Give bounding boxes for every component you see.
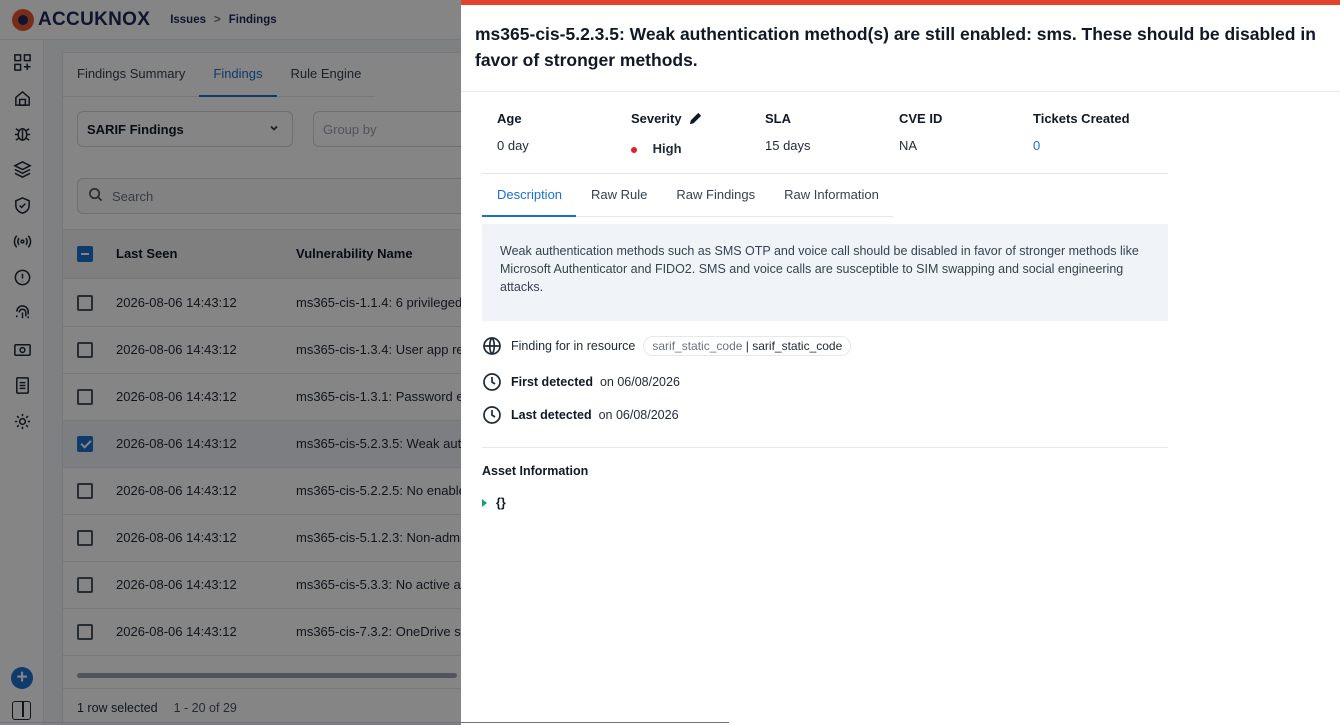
tab-description[interactable]: Description xyxy=(482,177,577,217)
tickets-count-link[interactable]: 0 xyxy=(1033,138,1130,153)
first-detected-row: First detected on 06/08/2026 xyxy=(482,372,680,392)
tickets-label: Tickets Created xyxy=(1033,110,1130,126)
last-detected-value: on 06/08/2026 xyxy=(598,408,679,422)
resource-chip-a: sarif_static_code xyxy=(652,339,743,353)
window-bottom-edge xyxy=(0,722,729,723)
meta-tickets: Tickets Created 0 xyxy=(1033,110,1130,154)
description-text: Weak authentication methods such as SMS … xyxy=(482,224,1168,321)
first-detected-label: First detected xyxy=(511,375,593,389)
severity-label-row: Severity xyxy=(631,110,703,126)
meta-cve: CVE ID NA xyxy=(899,110,943,154)
expand-caret-icon[interactable] xyxy=(482,499,487,507)
sla-label: SLA xyxy=(765,110,791,126)
asset-json-value: {} xyxy=(496,496,506,510)
meta-age: Age 0 day xyxy=(497,110,529,154)
finding-details-drawer: ms365-cis-5.2.3.5: Weak authentication m… xyxy=(461,0,1340,725)
severity-label: Severity xyxy=(631,110,682,126)
last-detected-label: Last detected xyxy=(511,408,592,422)
edit-pencil-icon[interactable] xyxy=(688,111,703,126)
detail-tabs: Description Raw Rule Raw Findings Raw In… xyxy=(482,177,893,217)
resource-chip-b: sarif_static_code xyxy=(752,339,843,353)
resource-chip-sep: | xyxy=(745,339,749,353)
tab-raw-findings[interactable]: Raw Findings xyxy=(661,177,769,217)
severity-dot-icon xyxy=(631,146,637,153)
severity-value: High xyxy=(652,141,682,156)
meta-severity: Severity High xyxy=(631,110,703,156)
meta-divider xyxy=(482,173,1168,174)
tab-raw-information[interactable]: Raw Information xyxy=(769,177,893,217)
last-detected-row: Last detected on 06/08/2026 xyxy=(482,405,679,425)
resource-label: Finding for in resource xyxy=(511,339,636,353)
asset-information-title: Asset Information xyxy=(482,464,589,478)
age-value: 0 day xyxy=(497,138,529,153)
meta-sla: SLA 15 days xyxy=(765,110,811,154)
clock-icon xyxy=(483,373,501,391)
sla-value: 15 days xyxy=(765,138,811,153)
tab-raw-rule[interactable]: Raw Rule xyxy=(576,177,661,217)
age-label: Age xyxy=(497,110,522,126)
cve-label: CVE ID xyxy=(899,110,943,126)
clock-icon xyxy=(483,406,501,424)
asset-json-tree[interactable]: {} xyxy=(482,496,506,510)
cve-value: NA xyxy=(899,138,918,153)
globe-icon xyxy=(483,337,501,355)
resource-chip: sarif_static_code | sarif_static_code xyxy=(643,336,852,356)
resource-row: Finding for in resource sarif_static_cod… xyxy=(482,336,852,356)
asset-divider xyxy=(482,447,1168,448)
finding-title: ms365-cis-5.2.3.5: Weak authentication m… xyxy=(475,24,1316,70)
first-detected-value: on 06/08/2026 xyxy=(599,375,680,389)
title-divider xyxy=(461,91,1340,92)
severity-value-row: High xyxy=(631,141,703,156)
modal-backdrop[interactable] xyxy=(0,0,461,725)
